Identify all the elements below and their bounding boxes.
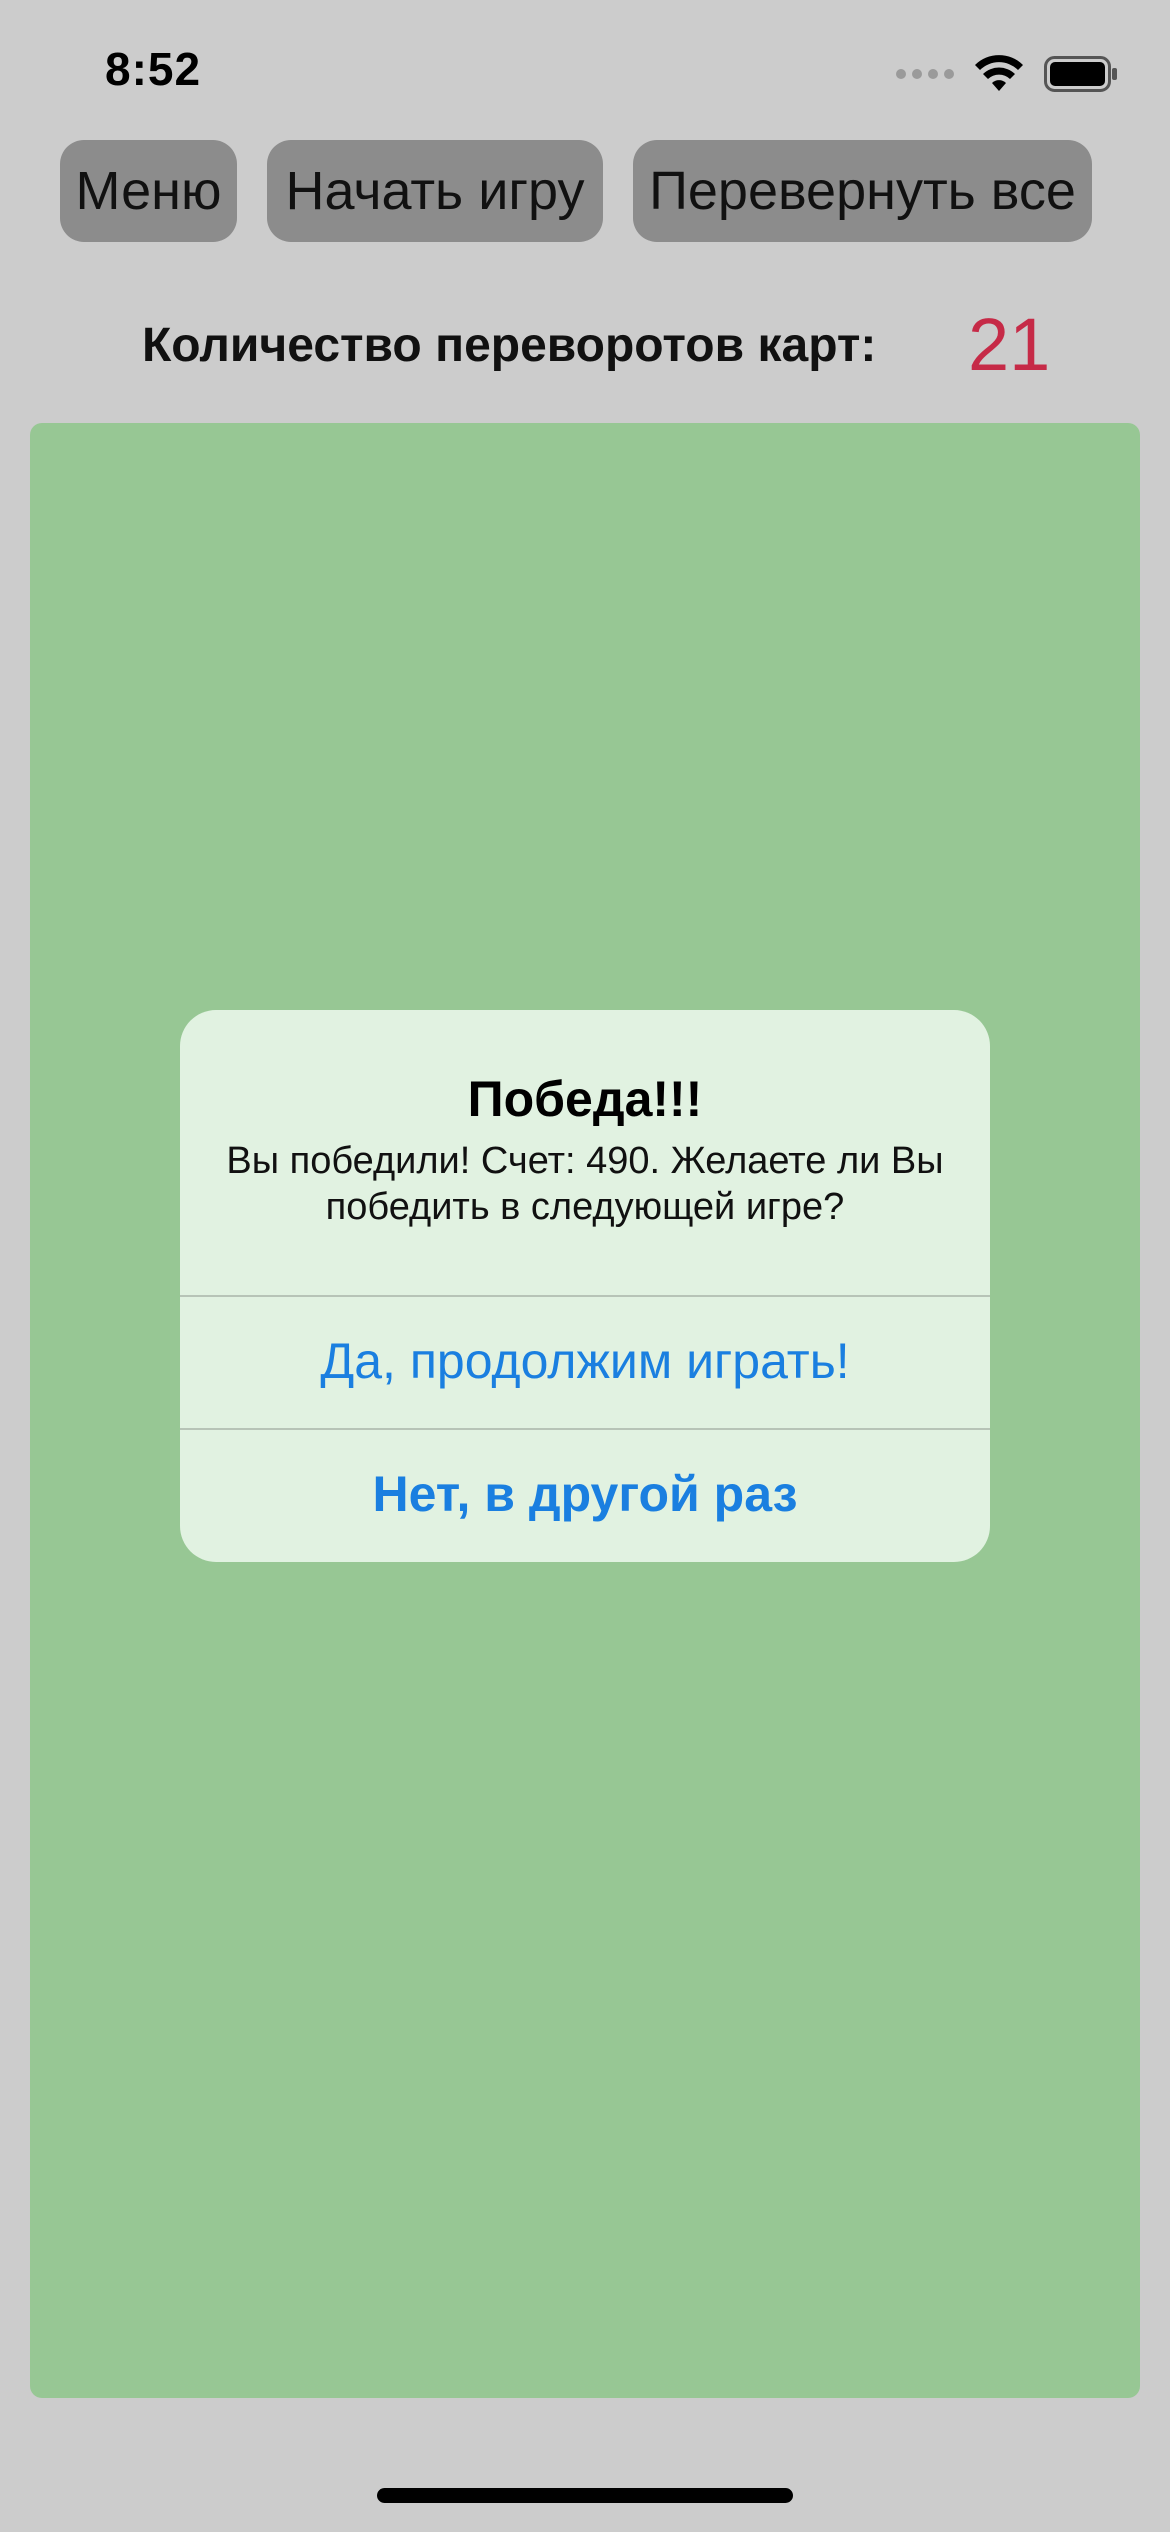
battery-icon (1044, 56, 1118, 92)
menu-button[interactable]: Меню (60, 140, 237, 242)
decline-button[interactable]: Нет, в другой раз (0, 1465, 1170, 1523)
home-indicator[interactable] (377, 2488, 793, 2503)
alert-divider (180, 1295, 990, 1297)
flip-all-button[interactable]: Перевернуть все (633, 140, 1092, 242)
status-time: 8:52 (105, 43, 202, 95)
alert-divider (180, 1428, 990, 1430)
start-game-button[interactable]: Начать игру (267, 140, 603, 242)
wifi-icon (974, 55, 1024, 93)
alert-title: Победа!!! (467, 1071, 703, 1127)
flips-count: 21 (968, 303, 1051, 386)
flips-label: Количество переворотов карт: (142, 319, 877, 372)
cellular-signal-icon (896, 69, 954, 79)
status-icons (896, 52, 1118, 96)
alert-message: Вы победили! Счет: 490. Желаете ли Вы по… (226, 1140, 944, 1228)
continue-playing-button[interactable]: Да, продолжим играть! (0, 1332, 1170, 1390)
